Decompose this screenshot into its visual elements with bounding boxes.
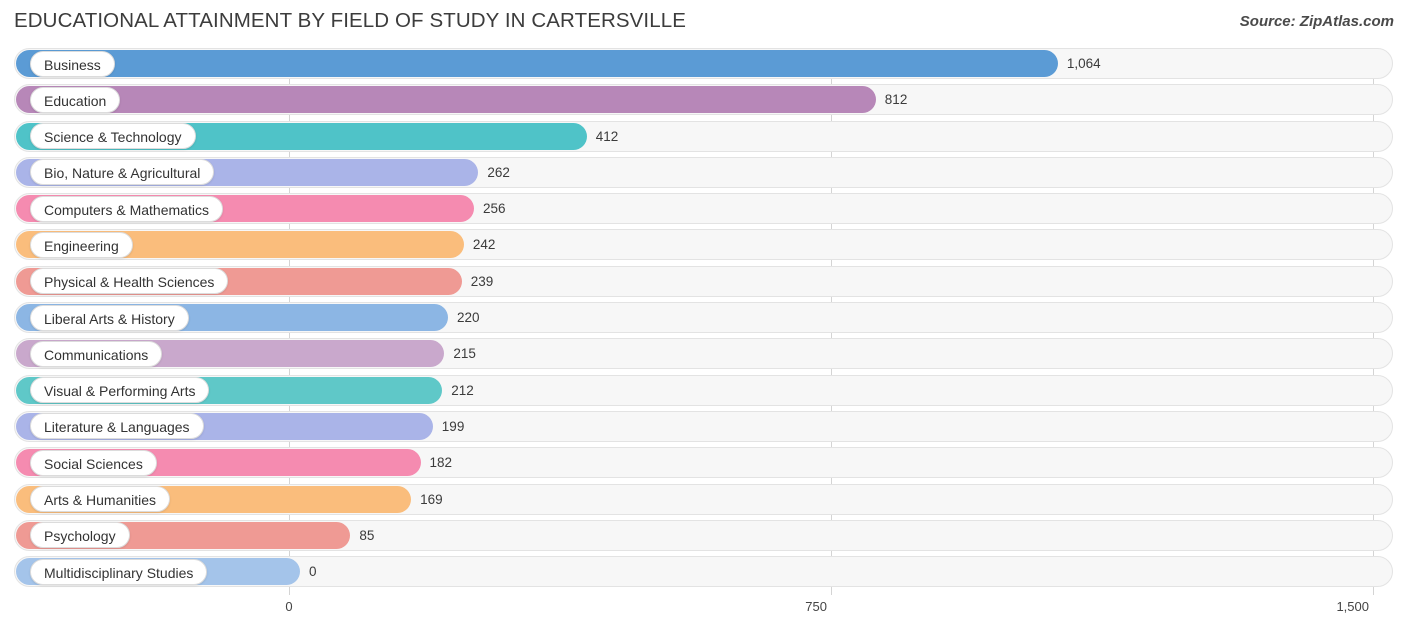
- page-title: EDUCATIONAL ATTAINMENT BY FIELD OF STUDY…: [14, 9, 686, 32]
- category-label[interactable]: Bio, Nature & Agricultural: [30, 159, 215, 186]
- x-axis-tick: 1,500: [1336, 599, 1369, 614]
- bar-row[interactable]: 256 Computers & Mathematics: [0, 193, 1406, 225]
- bar-value-label: 212: [451, 382, 474, 398]
- category-label[interactable]: Business: [30, 50, 115, 77]
- category-label[interactable]: Social Sciences: [30, 449, 157, 476]
- bar-row[interactable]: 212 Visual & Performing Arts: [0, 374, 1406, 406]
- bar-row[interactable]: 199 Literature & Languages: [0, 410, 1406, 442]
- bar-value-label: 220: [456, 310, 480, 326]
- bar-value-label: 85: [359, 527, 375, 543]
- bar-row[interactable]: 85 Psychology: [0, 519, 1406, 551]
- bar-value-label: 262: [487, 164, 510, 180]
- category-label[interactable]: Education: [30, 86, 121, 113]
- bar-value-label: 412: [595, 128, 619, 144]
- category-label[interactable]: Psychology: [30, 522, 130, 549]
- bar-row[interactable]: 1,064 Business: [0, 48, 1406, 79]
- bar-value-label: 256: [483, 201, 506, 217]
- category-label[interactable]: Visual & Performing Arts: [30, 377, 210, 404]
- bar-row[interactable]: 169 Arts & Humanities: [0, 483, 1406, 515]
- bar-value-label: 169: [420, 491, 443, 507]
- bar-value-label: 1,064: [1066, 56, 1101, 71]
- bar-row[interactable]: 812 Education: [0, 84, 1406, 116]
- category-label[interactable]: Liberal Arts & History: [30, 304, 189, 331]
- bar-row[interactable]: 215 Communications: [0, 338, 1406, 370]
- category-label[interactable]: Arts & Humanities: [30, 486, 171, 513]
- x-axis: 0 750 1,500: [0, 595, 1406, 631]
- bar[interactable]: [16, 86, 876, 114]
- chart-container: EDUCATIONAL ATTAINMENT BY FIELD OF STUDY…: [0, 0, 1406, 631]
- bar-value-label: 239: [470, 273, 494, 289]
- category-label[interactable]: Communications: [30, 340, 163, 367]
- source-label: Source: ZipAtlas.com: [1239, 13, 1394, 30]
- bar-row[interactable]: 412 Science & Technology: [0, 120, 1406, 152]
- x-axis-tick: 0: [285, 599, 293, 614]
- bar-row[interactable]: 262 Bio, Nature & Agricultural: [0, 156, 1406, 188]
- bar-row[interactable]: 0 Multidisciplinary Studies: [0, 556, 1406, 588]
- bar-row[interactable]: 182 Social Sciences: [0, 447, 1406, 479]
- category-label[interactable]: Engineering: [30, 231, 133, 258]
- bar-row[interactable]: 242 Engineering: [0, 229, 1406, 261]
- category-label[interactable]: Physical & Health Sciences: [30, 268, 229, 295]
- bar-value-label: 812: [884, 92, 908, 108]
- chart-header: EDUCATIONAL ATTAINMENT BY FIELD OF STUDY…: [0, 0, 1406, 42]
- bar-value-label: 242: [472, 237, 496, 253]
- bar-value-label: 215: [453, 346, 476, 362]
- category-label[interactable]: Computers & Mathematics: [30, 195, 223, 222]
- category-label[interactable]: Literature & Languages: [30, 413, 204, 440]
- bar-value-label: 0: [309, 564, 317, 580]
- bar-rows: 1,064 Business 812 Education 412 Science & Te…: [0, 48, 1406, 592]
- plot-area: 1,064 Business 812 Education 412 Science & Te…: [0, 48, 1406, 595]
- bar-value-label: 199: [441, 418, 465, 434]
- bar[interactable]: [16, 50, 1058, 77]
- category-label[interactable]: Science & Technology: [30, 123, 196, 150]
- bar-row[interactable]: 220 Liberal Arts & History: [0, 302, 1406, 334]
- bar-row[interactable]: 239 Physical & Health Sciences: [0, 265, 1406, 297]
- bar-value-label: 182: [429, 455, 453, 471]
- x-axis-tick: 750: [805, 599, 827, 614]
- category-label[interactable]: Multidisciplinary Studies: [30, 558, 208, 585]
